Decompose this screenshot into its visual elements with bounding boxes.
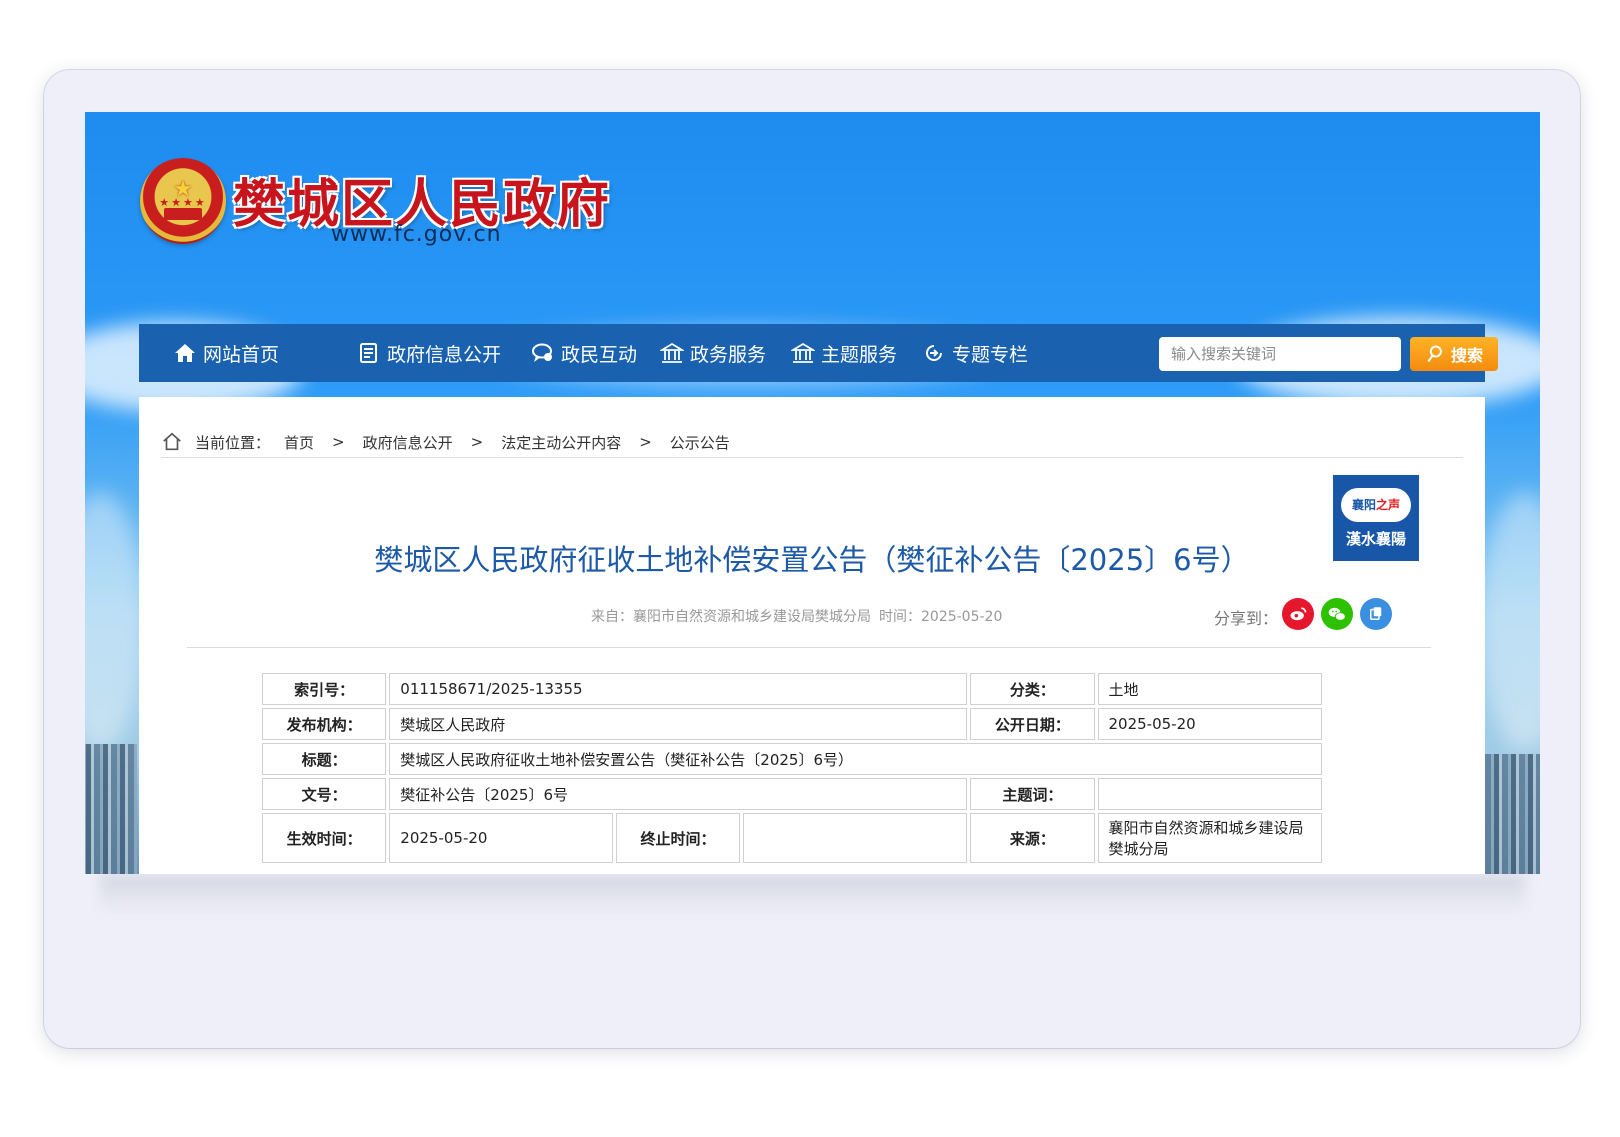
docno-value: 樊征补公告〔2025〕6号 (389, 778, 968, 810)
national-emblem-icon[interactable]: ★ ★★★★ (140, 158, 226, 244)
nav-item-topics[interactable]: 主题服务 (791, 324, 897, 382)
wechat-share-button[interactable] (1321, 598, 1353, 630)
nav-item-columns[interactable]: 专题专栏 (922, 324, 1028, 382)
cloud-decor (85, 492, 145, 752)
keywords-value (1097, 778, 1322, 810)
table-row: 标题： 樊城区人民政府征收土地补偿安置公告（樊征补公告〔2025〕6号） (262, 743, 1322, 775)
article-title: 樊城区人民政府征收土地补偿安置公告（樊征补公告〔2025〕6号） (374, 543, 1250, 577)
table-row: 索引号： 011158671/2025-13355 分类： 土地 (262, 673, 1322, 705)
nav-item-label: 政务服务 (690, 343, 767, 366)
chat-icon (532, 343, 552, 362)
nav-item-interaction[interactable]: 政民互动 (531, 324, 637, 382)
badge-top: 襄阳 (1351, 498, 1376, 512)
breadcrumb-notice[interactable]: 公示公告 (670, 432, 730, 453)
issuer-value: 樊城区人民政府 (389, 708, 968, 740)
table-row: 发布机构： 樊城区人民政府 公开日期： 2025-05-20 (262, 708, 1322, 740)
category-label: 分类： (970, 673, 1095, 705)
page-viewport: ★ ★★★★ 樊城区人民政府 www.fc.gov.cn 网站首页 政府信息公开… (85, 112, 1540, 874)
issuer-label: 发布机构： (262, 708, 387, 740)
nav-item-label: 网站首页 (203, 343, 280, 366)
city-skyline-left (85, 744, 137, 874)
search-button-label: 搜索 (1450, 346, 1483, 365)
search-input[interactable] (1159, 337, 1401, 371)
breadcrumb-separator: > (639, 433, 652, 451)
pubdate-label: 公开日期： (970, 708, 1095, 740)
nav-item-services[interactable]: 政务服务 (660, 324, 766, 382)
stars-icon: ★★★★ (159, 195, 207, 209)
copy-icon (1370, 607, 1382, 620)
article-time: 时间：2025-05-20 (879, 609, 1003, 625)
end-label: 终止时间： (615, 813, 741, 863)
docno-label: 文号： (262, 778, 387, 810)
keywords-label: 主题词： (970, 778, 1095, 810)
home-icon (175, 344, 195, 362)
category-value: 土地 (1097, 673, 1322, 705)
document-icon (360, 343, 377, 363)
copy-share-button[interactable] (1360, 598, 1392, 630)
nav-item-label: 政府信息公开 (387, 343, 502, 366)
title-value: 樊城区人民政府征收土地补偿安置公告（樊征补公告〔2025〕6号） (389, 743, 1322, 775)
home-outline-icon (163, 432, 181, 451)
city-skyline-right (1485, 754, 1540, 874)
info-table: 索引号： 011158671/2025-13355 分类： 土地 发布机构： 樊… (259, 670, 1325, 866)
breadcrumb-separator: > (332, 433, 345, 451)
breadcrumb-gov-info[interactable]: 政府信息公开 (363, 432, 453, 453)
badge-cloud: 襄阳 之声 (1341, 487, 1411, 522)
search-button[interactable]: 搜索 (1410, 337, 1498, 371)
weibo-icon (1290, 607, 1307, 621)
breadcrumb-statutory[interactable]: 法定主动公开内容 (501, 432, 621, 453)
index-label: 索引号： (262, 673, 387, 705)
share-label: 分享到： (1214, 609, 1279, 628)
index-value: 011158671/2025-13355 (389, 673, 968, 705)
badge-top-accent: 之声 (1376, 498, 1401, 512)
wechat-icon (1328, 607, 1346, 621)
effective-label: 生效时间： (262, 813, 387, 863)
breadcrumb-separator: > (470, 433, 484, 451)
search-icon (1427, 345, 1442, 363)
weibo-share-button[interactable] (1282, 598, 1314, 630)
pubdate-value: 2025-05-20 (1097, 708, 1322, 740)
table-row: 文号： 樊征补公告〔2025〕6号 主题词： (262, 778, 1322, 810)
divider (187, 647, 1431, 648)
breadcrumb-home[interactable]: 首页 (284, 432, 314, 453)
nav-item-label: 专题专栏 (952, 343, 1029, 366)
title-label: 标题： (262, 743, 387, 775)
breadcrumb: 当前位置： 首页 > 政府信息公开 > 法定主动公开内容 > 公示公告 (161, 427, 1463, 458)
end-value (743, 813, 968, 863)
content-panel: 当前位置： 首页 > 政府信息公开 > 法定主动公开内容 > 公示公告 襄阳 之声… (139, 397, 1485, 874)
table-row: 生效时间： 2025-05-20 终止时间： 来源： 襄阳市自然资源和城乡建设局… (262, 813, 1322, 863)
building-icon (791, 342, 815, 363)
article-source: 来自：襄阳市自然资源和城乡建设局樊城分局 (591, 609, 871, 625)
main-nav: 网站首页 政府信息公开 政民互动 政务服务 主题服务 专题专栏 搜索 (139, 324, 1498, 382)
nav-item-gov-info[interactable]: 政府信息公开 (357, 324, 501, 382)
viewport-shadow (100, 874, 1525, 914)
site-url: www.fc.gov.cn (331, 222, 502, 247)
nav-item-label: 政民互动 (561, 343, 638, 366)
effective-value: 2025-05-20 (389, 813, 613, 863)
source-label: 来源： (970, 813, 1095, 863)
breadcrumb-prefix: 当前位置： (195, 433, 271, 452)
nav-item-home[interactable]: 网站首页 (173, 324, 279, 382)
building-icon (660, 342, 684, 363)
source-value: 襄阳市自然资源和城乡建设局樊城分局 (1097, 813, 1322, 863)
cloud-decor (1480, 492, 1540, 752)
tiananmen-icon (164, 207, 202, 220)
nav-item-label: 主题服务 (821, 343, 898, 366)
refresh-icon (926, 345, 942, 361)
